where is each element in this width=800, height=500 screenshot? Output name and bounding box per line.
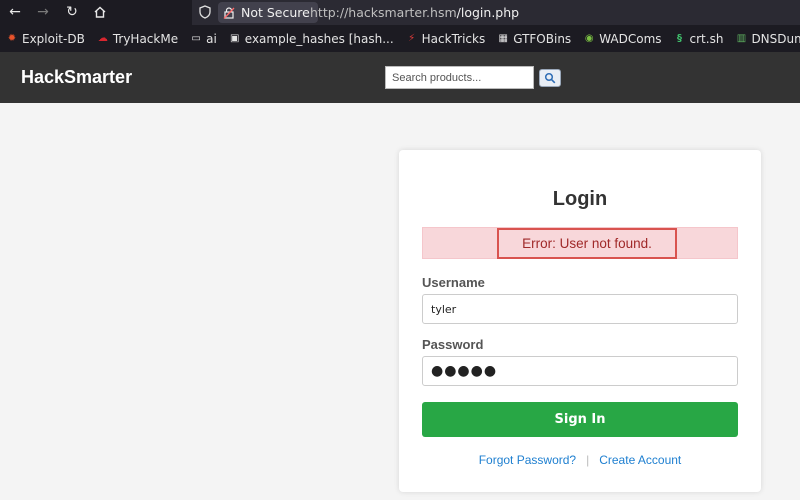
- sign-in-button[interactable]: Sign In: [422, 402, 738, 437]
- login-title: Login: [552, 188, 608, 210]
- shield-icon[interactable]: [198, 5, 212, 19]
- folder-icon: ▭: [191, 32, 201, 44]
- bookmarks-bar: ✹ Exploit-DB ☁ TryHackMe ▭ ai ▣ example_hashes …: [0, 25, 800, 52]
- search-input[interactable]: [385, 66, 534, 89]
- gtfobins-icon: ▦: [498, 32, 508, 44]
- bookmark-item[interactable]: ☁ TryHackMe: [97, 32, 178, 46]
- bookmark-item[interactable]: ◉ WADComs: [583, 31, 662, 46]
- bookmark-label: Exploit-DB: [22, 31, 85, 46]
- bookmark-item[interactable]: ▭ ai: [190, 31, 217, 46]
- bookmark-label: ai: [206, 31, 217, 46]
- forgot-password-link[interactable]: Forgot Password?: [479, 453, 576, 467]
- security-indicator[interactable]: Not Secure: [218, 2, 318, 23]
- forward-icon[interactable]: →: [34, 3, 52, 21]
- bookmark-item[interactable]: § crt.sh: [674, 31, 724, 46]
- tryhackme-icon: ☁: [97, 32, 108, 44]
- dnsdumpster-icon: ▥: [736, 32, 747, 44]
- back-icon[interactable]: ←: [6, 3, 24, 21]
- crtsh-icon: §: [677, 32, 683, 44]
- username-field[interactable]: [422, 294, 738, 324]
- home-icon[interactable]: [91, 3, 109, 21]
- search-button[interactable]: [539, 69, 561, 87]
- create-account-link[interactable]: Create Account: [599, 453, 681, 467]
- url-text[interactable]: http://hacksmarter.hsm/login.php: [310, 0, 519, 25]
- security-label: Not Secure: [241, 5, 310, 20]
- search-icon: [544, 72, 556, 84]
- error-message: Error: User not found.: [497, 228, 677, 259]
- exploitdb-icon: ✹: [7, 32, 17, 44]
- reload-icon[interactable]: ↻: [63, 3, 81, 21]
- password-field[interactable]: [422, 356, 738, 386]
- bookmark-label: HackTricks: [421, 31, 486, 46]
- bookmark-item[interactable]: ▥ DNSDumpster: [735, 32, 800, 46]
- username-label: Username: [422, 275, 485, 290]
- site-brand[interactable]: HackSmarter: [21, 67, 132, 88]
- hacktricks-icon: ⚡: [408, 32, 416, 44]
- bookmark-label: WADComs: [599, 31, 662, 46]
- bookmark-label: crt.sh: [689, 31, 724, 46]
- password-label: Password: [422, 337, 484, 352]
- link-separator: |: [586, 453, 590, 467]
- wadcoms-icon: ◉: [584, 32, 594, 44]
- bookmark-item[interactable]: ▣ example_hashes [hash...: [229, 32, 394, 46]
- browser-toolbar: ← → ↻ Not Secure http://hacksmarter.hsm/…: [0, 0, 800, 25]
- bookmark-label: GTFOBins: [513, 31, 572, 46]
- auth-links: Forgot Password? | Create Account: [399, 453, 761, 467]
- bookmark-item[interactable]: ✹ Exploit-DB: [6, 32, 85, 46]
- bookmark-item[interactable]: ⚡ HackTricks: [406, 31, 486, 46]
- bookmark-item[interactable]: ▦ GTFOBins: [497, 32, 571, 46]
- address-bar[interactable]: Not Secure http://hacksmarter.hsm/login.…: [192, 0, 800, 25]
- login-card: Login Error: User not found. Username Pa…: [399, 150, 761, 492]
- lock-crossed-icon: [223, 6, 235, 19]
- bookmark-label: example_hashes [hash...: [244, 31, 394, 46]
- hashcat-icon: ▣: [230, 32, 240, 44]
- bookmark-label: TryHackMe: [112, 31, 179, 46]
- bookmark-label: DNSDumpster: [751, 31, 800, 46]
